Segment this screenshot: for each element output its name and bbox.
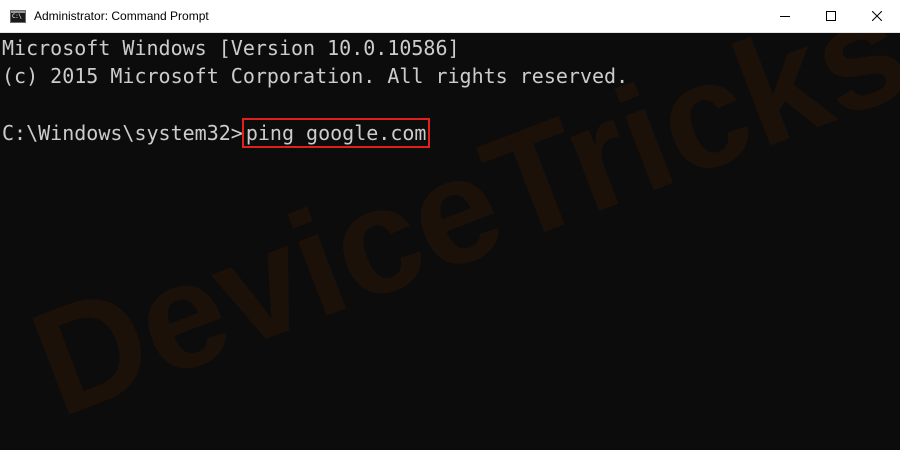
cmd-app-icon[interactable]: C:\ [10, 9, 26, 23]
console-line-copyright: (c) 2015 Microsoft Corporation. All righ… [2, 64, 629, 88]
minimize-button[interactable] [762, 0, 808, 32]
watermark-text: DeviceTricks [11, 33, 900, 448]
console-prompt-line: C:\Windows\system32> ping google.com [2, 118, 431, 148]
cmd-app-icon-text: C:\ [12, 12, 22, 20]
window-controls [762, 0, 900, 32]
prompt-path: C:\Windows\system32> [2, 121, 243, 145]
close-icon [872, 11, 882, 21]
minimize-icon [780, 16, 790, 17]
window-title: Administrator: Command Prompt [34, 9, 209, 23]
command-highlight-box: ping google.com [241, 118, 431, 148]
maximize-icon [826, 11, 836, 21]
maximize-button[interactable] [808, 0, 854, 32]
console-line-version: Microsoft Windows [Version 10.0.10586] [2, 36, 460, 60]
devicetricks-watermark: DeviceTricks [11, 33, 900, 448]
title-bar[interactable]: C:\ Administrator: Command Prompt [0, 0, 900, 33]
close-button[interactable] [854, 0, 900, 32]
console-area[interactable]: DeviceTricks Microsoft Windows [Version … [0, 33, 900, 450]
command-text[interactable]: ping google.com [246, 121, 427, 145]
command-prompt-window: C:\ Administrator: Command Prompt Device… [0, 0, 900, 450]
